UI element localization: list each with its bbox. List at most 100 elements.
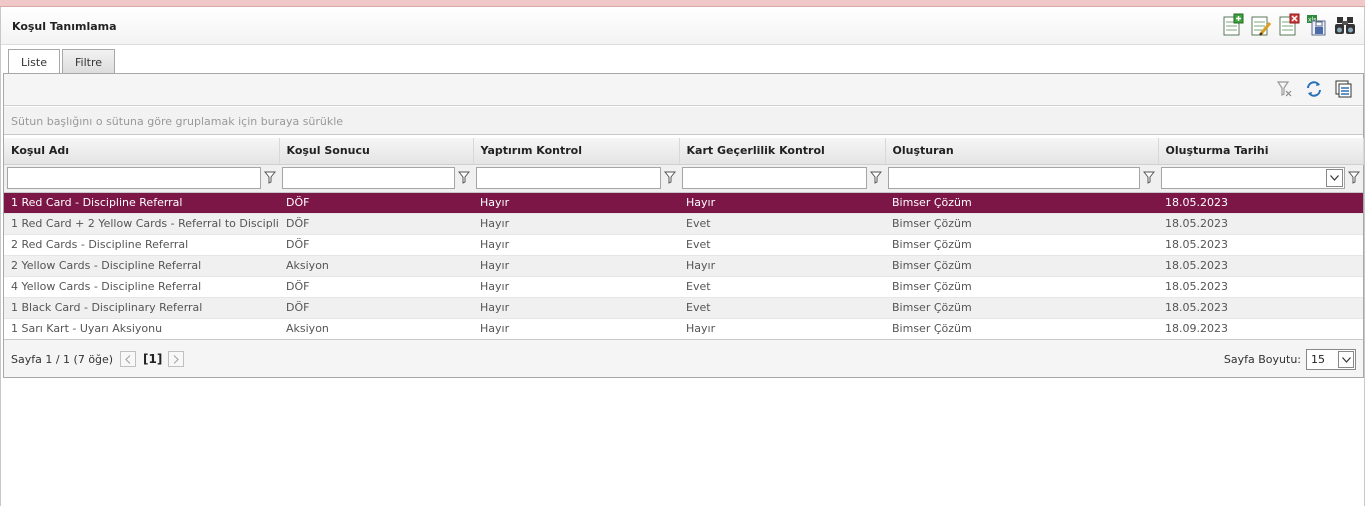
cell-kosul-adi: 1 Sarı Kart - Uyarı Aksiyonu [4, 318, 279, 340]
cell-yaptirim-kontrol: Hayır [473, 297, 679, 319]
filter-date-select[interactable] [1161, 167, 1345, 189]
filter-row [4, 164, 1363, 193]
cell-kart-gecerlilik: Evet [679, 297, 885, 319]
pager-summary: Sayfa 1 / 1 (7 öğe) [11, 353, 114, 366]
delete-record-icon[interactable] [1278, 13, 1300, 37]
add-record-icon[interactable] [1222, 13, 1244, 37]
filter-icon[interactable] [1143, 171, 1155, 185]
current-page[interactable]: [1] [143, 352, 162, 366]
column-header-olusturan[interactable]: Oluşturan [885, 138, 1159, 165]
cell-yaptirim-kontrol: Hayır [473, 192, 679, 214]
column-header-kosul-sonucu[interactable]: Koşul Sonucu [279, 138, 474, 165]
chevron-right-icon [173, 354, 179, 364]
cell-kosul-adi: 1 Red Card + 2 Yellow Cards - Referral t… [4, 213, 279, 235]
filter-icon[interactable] [664, 171, 676, 185]
cell-kosul-adi: 1 Red Card - Discipline Referral [4, 192, 279, 214]
cell-olusturan: Bimser Çözüm [885, 234, 1158, 256]
refresh-icon[interactable] [1305, 80, 1323, 98]
table-row[interactable]: 2 Yellow Cards - Discipline Referral Aksi… [4, 255, 1363, 277]
tab-bar: Liste Filtre [8, 49, 116, 75]
column-chooser-icon[interactable] [1335, 80, 1353, 98]
column-header-olusturma-tarihi[interactable]: Oluşturma Tarihi [1158, 138, 1364, 165]
cell-olusturan: Bimser Çözüm [885, 276, 1158, 298]
filter-icon[interactable] [264, 171, 276, 185]
tab-label: Filtre [75, 55, 103, 69]
cell-yaptirim-kontrol: Hayır [473, 318, 679, 340]
grid-toolbar-icons [1275, 80, 1353, 98]
table-row[interactable]: 4 Yellow Cards - Discipline Referral DÖF H… [4, 276, 1363, 298]
filter-input-kart-gecerlilik[interactable] [682, 167, 867, 189]
page-size-label: Sayfa Boyutu: [1223, 353, 1301, 366]
tab-liste[interactable]: Liste [8, 49, 60, 75]
binoculars-icon[interactable] [1334, 13, 1356, 37]
cell-kosul-sonucu: DÖF [279, 192, 473, 214]
cell-kart-gecerlilik: Evet [679, 234, 885, 256]
cell-kart-gecerlilik: Hayır [679, 318, 885, 340]
cell-olusturma-tarihi: 18.05.2023 [1158, 276, 1363, 298]
filter-input-yaptirim-kontrol[interactable] [476, 167, 661, 189]
page-title: Koşul Tanımlama [12, 20, 117, 33]
cell-yaptirim-kontrol: Hayır [473, 213, 679, 235]
filter-icon[interactable] [458, 171, 470, 185]
cell-kart-gecerlilik: Evet [679, 213, 885, 235]
grid-body: 1 Red Card - Discipline Referral DÖF Hayır… [4, 192, 1363, 340]
clear-filter-icon[interactable] [1275, 80, 1293, 98]
record-toolbar: xls [1222, 13, 1356, 37]
cell-olusturan: Bimser Çözüm [885, 255, 1158, 277]
cell-olusturan: Bimser Çözüm [885, 318, 1158, 340]
column-header-kart-gecerlilik[interactable]: Kart Geçerlilik Kontrol [679, 138, 886, 165]
cell-olusturma-tarihi: 18.05.2023 [1158, 255, 1363, 277]
page-frame: Koşul Tanımlama xls Liste Filtre Sütun b… [0, 7, 1365, 506]
cell-kosul-sonucu: DÖF [279, 234, 473, 256]
header-row: Koşul Adı Koşul Sonucu Yaptırım Kontrol … [4, 138, 1364, 165]
filter-icon[interactable] [870, 171, 882, 185]
group-by-panel[interactable]: Sütun başlığını o sütuna göre gruplamak … [4, 107, 1363, 135]
cell-olusturan: Bimser Çözüm [885, 192, 1158, 214]
cell-kosul-adi: 4 Yellow Cards - Discipline Referral [4, 276, 279, 298]
cell-kosul-sonucu: DÖF [279, 297, 473, 319]
filter-input-kosul-sonucu[interactable] [282, 167, 455, 189]
cell-kart-gecerlilik: Evet [679, 276, 885, 298]
cell-kosul-sonucu: Aksiyon [279, 255, 473, 277]
cell-kosul-sonucu: Aksiyon [279, 318, 473, 340]
grid-toolbar [4, 74, 1363, 106]
cell-kart-gecerlilik: Hayır [679, 255, 885, 277]
cell-olusturma-tarihi: 18.05.2023 [1158, 297, 1363, 319]
data-grid: Koşul Adı Koşul Sonucu Yaptırım Kontrol … [4, 138, 1364, 340]
cell-kosul-adi: 2 Yellow Cards - Discipline Referral [4, 255, 279, 277]
cell-olusturma-tarihi: 18.09.2023 [1158, 318, 1363, 340]
page-size-select[interactable]: 15 [1306, 349, 1356, 370]
filter-input-olusturan[interactable] [888, 167, 1140, 189]
cell-yaptirim-kontrol: Hayır [473, 234, 679, 256]
cell-kosul-adi: 1 Black Card - Disciplinary Referral [4, 297, 279, 319]
table-row[interactable]: 1 Black Card - Disciplinary Referral DÖF H… [4, 297, 1363, 319]
next-page-button[interactable] [168, 351, 184, 367]
filter-icon[interactable] [1348, 171, 1360, 185]
column-header-yaptirim-kontrol[interactable]: Yaptırım Kontrol [473, 138, 680, 165]
prev-page-button[interactable] [120, 351, 136, 367]
page-header: Koşul Tanımlama xls [1, 7, 1364, 45]
chevron-left-icon [125, 354, 131, 364]
cell-yaptirim-kontrol: Hayır [473, 276, 679, 298]
page-size-value: 15 [1311, 353, 1325, 366]
table-row[interactable]: 2 Red Cards - Discipline Referral DÖF Hayı… [4, 234, 1363, 256]
filter-input-kosul-adi[interactable] [7, 167, 261, 189]
cell-kosul-adi: 2 Red Cards - Discipline Referral [4, 234, 279, 256]
cell-kart-gecerlilik: Hayır [679, 192, 885, 214]
tab-filtre[interactable]: Filtre [62, 49, 116, 74]
chevron-down-icon[interactable] [1338, 351, 1354, 368]
cell-kosul-sonucu: DÖF [279, 276, 473, 298]
edit-record-icon[interactable] [1250, 13, 1272, 37]
cell-olusturan: Bimser Çözüm [885, 297, 1158, 319]
table-row[interactable]: 1 Sarı Kart - Uyarı Aksiyonu Aksiyon Hayır… [4, 318, 1363, 340]
column-header-kosul-adi[interactable]: Koşul Adı [4, 138, 280, 165]
tab-label: Liste [21, 56, 47, 69]
chevron-down-icon[interactable] [1326, 169, 1343, 187]
export-excel-icon[interactable]: xls [1306, 13, 1328, 37]
cell-olusturma-tarihi: 18.05.2023 [1158, 234, 1363, 256]
cell-olusturma-tarihi: 18.05.2023 [1158, 192, 1363, 214]
cell-olusturma-tarihi: 18.05.2023 [1158, 213, 1363, 235]
window-top-strip [0, 0, 1365, 7]
table-row[interactable]: 1 Red Card - Discipline Referral DÖF Hayır… [4, 192, 1363, 214]
table-row[interactable]: 1 Red Card + 2 Yellow Cards - Referral t… [4, 213, 1363, 235]
